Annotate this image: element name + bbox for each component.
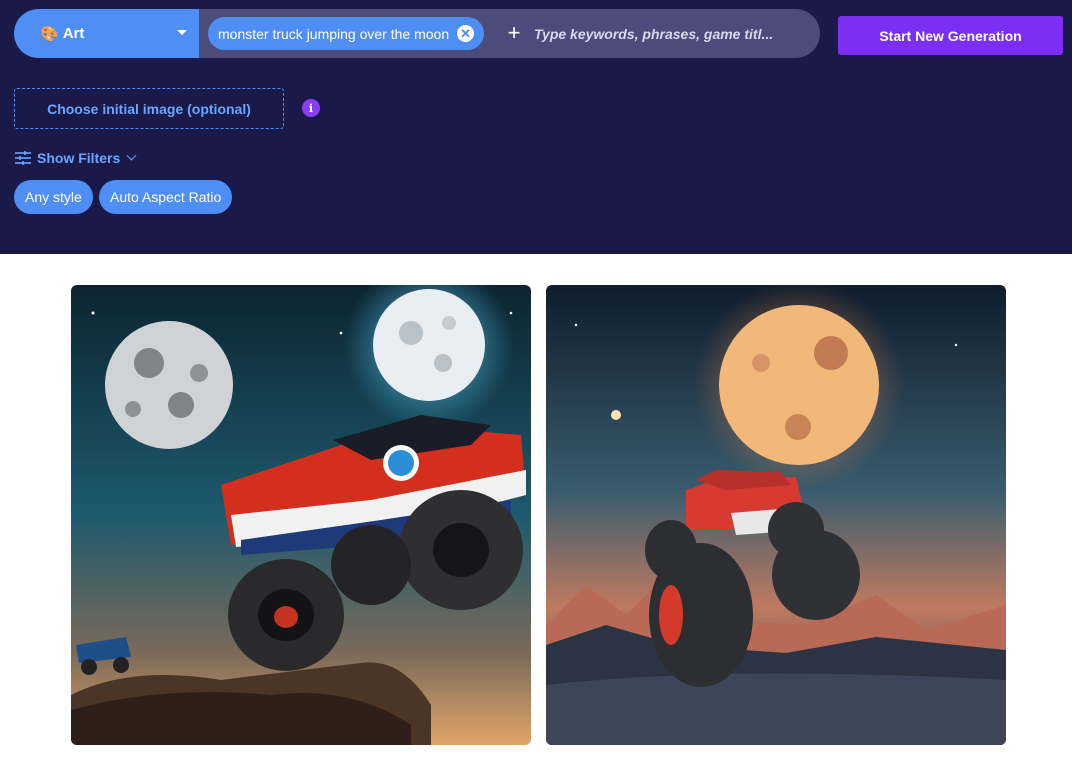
show-filters-label: Show Filters: [37, 150, 121, 166]
show-filters-toggle[interactable]: Show Filters: [15, 149, 137, 167]
result-image-1[interactable]: [71, 285, 531, 745]
info-icon[interactable]: i: [302, 99, 320, 117]
result-image-2[interactable]: [546, 285, 1006, 745]
monster-truck-image: [71, 285, 531, 745]
close-icon[interactable]: ✕: [457, 25, 475, 42]
aspect-ratio-filter-chip[interactable]: Auto Aspect Ratio: [99, 180, 233, 214]
caret-down-icon: [177, 30, 187, 35]
search-bar: 🎨 Art monster truck jumping over the moo…: [14, 9, 820, 58]
style-filter-chip[interactable]: Any style: [14, 180, 93, 214]
palette-icon: 🎨: [40, 25, 59, 43]
category-select[interactable]: 🎨 Art: [14, 9, 199, 58]
category-label: Art: [62, 25, 85, 42]
sliders-icon: [15, 151, 31, 165]
plus-icon[interactable]: +: [504, 22, 524, 44]
keyword-chip: monster truck jumping over the moon ✕: [208, 17, 485, 50]
chevron-down-icon: [126, 150, 137, 161]
top-toolbar: 🎨 Art monster truck jumping over the moo…: [0, 0, 1072, 254]
keyword-chip-label: monster truck jumping over the moon: [218, 25, 450, 42]
keyword-input[interactable]: [534, 21, 794, 47]
choose-initial-image-button[interactable]: Choose initial image (optional): [14, 88, 284, 129]
start-generation-button[interactable]: Start New Generation: [838, 16, 1063, 55]
monster-truck-image: [546, 285, 1006, 745]
